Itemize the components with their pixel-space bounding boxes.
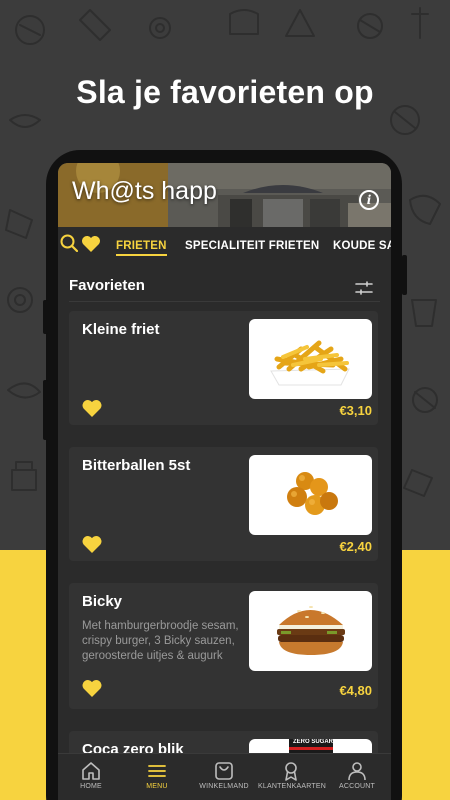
nav-klantenkaarten[interactable]: KLANTENKAARTEN <box>258 754 327 800</box>
favorite-heart-icon[interactable] <box>81 535 103 554</box>
promo-headline: Sla je favorieten op <box>76 74 374 110</box>
search-icon[interactable] <box>60 234 78 252</box>
restaurant-name: Wh@ts happ <box>72 177 217 205</box>
category-tabs: FRIETEN SPECIALITEIT FRIETEN KOUDE SA <box>58 227 391 265</box>
can-label: ZERO SUGAR <box>293 739 334 745</box>
favorites-list: Favorieten Kleine friet €3,10 Bitterball… <box>58 265 391 800</box>
item-name: Kleine friet <box>82 321 160 338</box>
basket-icon <box>215 762 233 780</box>
item-name: Bitterballen 5st <box>82 457 191 474</box>
nav-account[interactable]: ACCOUNT <box>324 754 390 800</box>
item-image-fries <box>249 319 372 399</box>
nav-winkelmand[interactable]: WINKELMAND <box>191 754 257 800</box>
nav-home[interactable]: HOME <box>58 754 124 800</box>
menu-item-card[interactable]: Bitterballen 5st €2,40 <box>69 447 378 561</box>
app-screen: Wh@ts happ i FRIETEN SPECIALITEIT FRIETE… <box>58 163 391 800</box>
item-price: €3,10 <box>339 403 372 418</box>
tab-frieten[interactable]: FRIETEN <box>116 240 167 256</box>
item-image-burger <box>249 591 372 671</box>
item-name: Bicky <box>82 593 123 610</box>
restaurant-header: Wh@ts happ i <box>58 163 391 227</box>
menu-icon <box>148 765 166 777</box>
nav-label: MENU <box>146 783 168 790</box>
favorites-heart-icon[interactable] <box>81 235 101 253</box>
phone-side-button <box>402 255 407 295</box>
favorite-heart-icon[interactable] <box>81 679 103 698</box>
tab-koude-sa[interactable]: KOUDE SA <box>333 240 391 252</box>
item-price: €4,80 <box>339 683 372 698</box>
nav-label: WINKELMAND <box>199 783 249 790</box>
nav-label: ACCOUNT <box>338 783 375 790</box>
account-icon <box>348 762 366 781</box>
menu-item-card[interactable]: Bicky Met hamburgerbroodje sesam, crispy… <box>69 583 378 709</box>
phone-side-button <box>43 300 48 334</box>
award-icon <box>285 762 297 781</box>
item-image-bitterballen <box>249 455 372 535</box>
menu-item-card[interactable]: Kleine friet €3,10 <box>69 311 378 425</box>
nav-label: HOME <box>80 783 102 790</box>
info-button[interactable]: i <box>359 190 379 210</box>
item-description: Met hamburgerbroodje sesam, crispy burge… <box>82 620 239 662</box>
favorite-heart-icon[interactable] <box>81 399 103 418</box>
fries-image <box>270 340 350 386</box>
filter-sliders-icon[interactable] <box>355 281 373 295</box>
nav-menu[interactable]: MENU <box>124 754 190 800</box>
bottom-navigation: HOME MENU WINKELMAND KLANTENKAARTEN ACCO… <box>58 753 391 800</box>
section-divider <box>69 301 380 302</box>
burger-image <box>277 606 345 655</box>
bitterballen-image <box>287 472 338 515</box>
section-title: Favorieten <box>69 277 145 294</box>
phone-side-button <box>43 380 48 440</box>
home-icon <box>82 762 100 780</box>
nav-label: KLANTENKAARTEN <box>258 783 327 790</box>
item-price: €2,40 <box>339 539 372 554</box>
tab-specialiteit-frieten[interactable]: SPECIALITEIT FRIETEN <box>185 240 319 252</box>
